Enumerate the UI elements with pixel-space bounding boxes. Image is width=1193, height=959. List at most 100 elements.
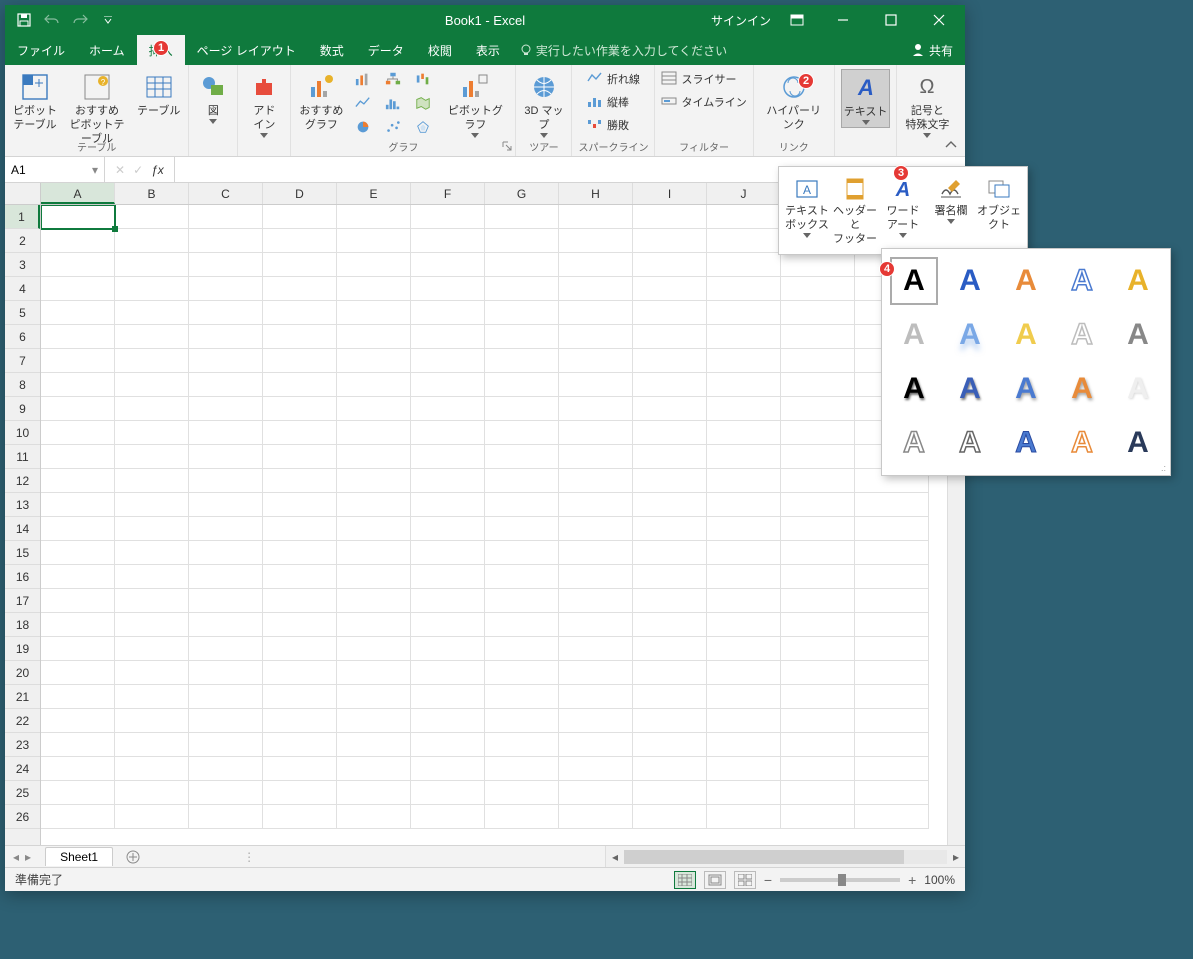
- sheet-tab-sheet1[interactable]: Sheet1: [45, 847, 113, 866]
- cell[interactable]: [485, 301, 559, 325]
- cell[interactable]: [411, 733, 485, 757]
- cell[interactable]: [263, 517, 337, 541]
- cell[interactable]: [41, 781, 115, 805]
- cell[interactable]: [559, 757, 633, 781]
- row-header[interactable]: 16: [5, 565, 40, 589]
- cell[interactable]: [781, 757, 855, 781]
- cell[interactable]: [633, 493, 707, 517]
- slicer-button[interactable]: スライサー: [661, 69, 746, 89]
- cell[interactable]: [115, 781, 189, 805]
- row-header[interactable]: 7: [5, 349, 40, 373]
- cell[interactable]: [41, 277, 115, 301]
- line-chart-button[interactable]: [349, 93, 377, 115]
- cell[interactable]: [41, 517, 115, 541]
- cell[interactable]: [855, 493, 929, 517]
- surface-chart-button[interactable]: [409, 117, 437, 139]
- cell[interactable]: [633, 229, 707, 253]
- cell[interactable]: [707, 445, 781, 469]
- cell[interactable]: [189, 589, 263, 613]
- cell[interactable]: [559, 205, 633, 229]
- cell[interactable]: [115, 685, 189, 709]
- cell[interactable]: [485, 685, 559, 709]
- cell[interactable]: [41, 229, 115, 253]
- row-header[interactable]: 11: [5, 445, 40, 469]
- cell[interactable]: [559, 805, 633, 829]
- cell[interactable]: [781, 493, 855, 517]
- cell[interactable]: [855, 565, 929, 589]
- row-header[interactable]: 6: [5, 325, 40, 349]
- zoom-slider[interactable]: [780, 878, 900, 882]
- cell[interactable]: [855, 781, 929, 805]
- hierarchy-chart-button[interactable]: [379, 69, 407, 91]
- cell[interactable]: [411, 493, 485, 517]
- cell[interactable]: [115, 469, 189, 493]
- cell[interactable]: [263, 421, 337, 445]
- cell[interactable]: [411, 205, 485, 229]
- wordart-style-5[interactable]: A: [1114, 257, 1162, 305]
- cell[interactable]: [707, 325, 781, 349]
- cell[interactable]: [781, 325, 855, 349]
- cell[interactable]: [781, 709, 855, 733]
- cell[interactable]: [411, 709, 485, 733]
- cell[interactable]: [263, 301, 337, 325]
- row-header[interactable]: 23: [5, 733, 40, 757]
- cell[interactable]: [559, 517, 633, 541]
- row-header[interactable]: 17: [5, 589, 40, 613]
- minimize-button[interactable]: [823, 5, 863, 35]
- cell[interactable]: [189, 301, 263, 325]
- cell[interactable]: [189, 493, 263, 517]
- cell[interactable]: [263, 685, 337, 709]
- cell[interactable]: [263, 349, 337, 373]
- cell[interactable]: [263, 757, 337, 781]
- row-header[interactable]: 19: [5, 637, 40, 661]
- row-header[interactable]: 13: [5, 493, 40, 517]
- cell[interactable]: [263, 781, 337, 805]
- cell[interactable]: [263, 253, 337, 277]
- cell[interactable]: [115, 733, 189, 757]
- qat-customize-dropdown[interactable]: [97, 9, 119, 31]
- cell[interactable]: [337, 397, 411, 421]
- cell[interactable]: [633, 349, 707, 373]
- cell[interactable]: [115, 709, 189, 733]
- cell[interactable]: [115, 205, 189, 229]
- cell[interactable]: [485, 325, 559, 349]
- col-header-C[interactable]: C: [189, 183, 263, 204]
- cell[interactable]: [707, 541, 781, 565]
- cell[interactable]: [189, 613, 263, 637]
- cell[interactable]: [263, 541, 337, 565]
- cell[interactable]: [411, 349, 485, 373]
- cell[interactable]: [781, 685, 855, 709]
- recommended-pivottables-button[interactable]: ? おすすめ ピボットテーブル: [63, 69, 131, 148]
- cell[interactable]: [189, 685, 263, 709]
- wordart-style-7[interactable]: A: [946, 311, 994, 359]
- cell[interactable]: [559, 277, 633, 301]
- cell[interactable]: [559, 373, 633, 397]
- cell[interactable]: [41, 589, 115, 613]
- cell[interactable]: [855, 757, 929, 781]
- zoom-percentage[interactable]: 100%: [924, 873, 955, 887]
- page-layout-view-button[interactable]: [704, 871, 726, 889]
- cell[interactable]: [189, 781, 263, 805]
- cell[interactable]: [781, 253, 855, 277]
- cell[interactable]: [485, 349, 559, 373]
- timeline-button[interactable]: タイムライン: [661, 92, 746, 112]
- object-button[interactable]: オブジェクト: [975, 173, 1023, 248]
- cell[interactable]: [485, 205, 559, 229]
- cell[interactable]: [263, 469, 337, 493]
- cell[interactable]: [337, 709, 411, 733]
- cell[interactable]: [411, 805, 485, 829]
- cell[interactable]: [41, 253, 115, 277]
- cell[interactable]: [263, 709, 337, 733]
- cell[interactable]: [115, 637, 189, 661]
- cell[interactable]: [337, 517, 411, 541]
- cell[interactable]: [337, 589, 411, 613]
- scroll-right-button[interactable]: ▸: [947, 850, 965, 864]
- cell[interactable]: [41, 709, 115, 733]
- cell[interactable]: [411, 373, 485, 397]
- cell[interactable]: [633, 277, 707, 301]
- cell[interactable]: [263, 277, 337, 301]
- cell[interactable]: [337, 637, 411, 661]
- wordart-style-19[interactable]: A: [1058, 419, 1106, 467]
- cell[interactable]: [707, 613, 781, 637]
- col-header-A[interactable]: A: [41, 183, 115, 204]
